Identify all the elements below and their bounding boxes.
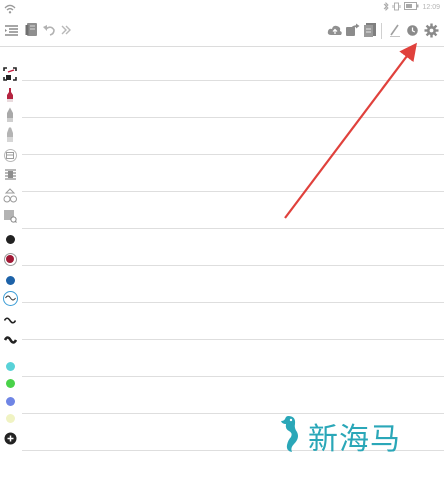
- marker-icon[interactable]: [0, 126, 20, 144]
- palette-swatch[interactable]: [0, 392, 20, 410]
- selected-ring: [3, 252, 17, 266]
- color-dot: [5, 361, 15, 371]
- page-rule: [22, 339, 444, 340]
- gear-icon[interactable]: [423, 22, 439, 38]
- palette-swatch[interactable]: [0, 357, 20, 375]
- toolbar-divider: [381, 23, 382, 39]
- page-rule: [22, 80, 444, 81]
- page-rule: [22, 302, 444, 303]
- vibrate-icon: [392, 2, 401, 13]
- menu-list-icon[interactable]: [3, 22, 19, 38]
- page-rule: [22, 154, 444, 155]
- chevrons-right-icon[interactable]: [58, 22, 74, 38]
- status-bar: 12:09: [0, 0, 444, 14]
- share-icon[interactable]: [344, 22, 360, 38]
- pen-icon[interactable]: [387, 22, 403, 38]
- color-dot: [5, 234, 15, 244]
- palette-swatch[interactable]: [0, 374, 20, 392]
- battery-icon: [404, 2, 419, 12]
- left-tool-panel: [0, 47, 20, 480]
- highlighter-pen-icon[interactable]: [0, 86, 20, 104]
- page-rule: [22, 228, 444, 229]
- document-icon[interactable]: [362, 22, 378, 38]
- text-align-icon[interactable]: [0, 166, 20, 184]
- watermark: 新海马: [276, 412, 436, 460]
- page-rule: [22, 117, 444, 118]
- color-dot: [5, 413, 15, 423]
- color-dot: [6, 255, 14, 263]
- page-rule: [22, 191, 444, 192]
- status-time: 12:09: [422, 3, 440, 11]
- color-dot: [5, 275, 15, 285]
- color-dot: [5, 396, 15, 406]
- wave-medium-icon[interactable]: [0, 311, 20, 329]
- color-swatch[interactable]: [0, 271, 20, 289]
- shapes-icon[interactable]: [0, 187, 20, 205]
- palette-swatch[interactable]: [0, 409, 20, 427]
- wave-bold-icon[interactable]: [0, 331, 20, 349]
- select-crop-icon[interactable]: [0, 65, 20, 83]
- watermark-text: 新海马: [308, 422, 401, 457]
- page-rule: [22, 376, 444, 377]
- selected-stroke-ring: [2, 290, 18, 306]
- eraser-icon[interactable]: [0, 146, 20, 164]
- image-edit-icon[interactable]: [0, 207, 20, 225]
- add-color-icon[interactable]: [0, 429, 20, 447]
- history-icon[interactable]: [404, 22, 420, 38]
- eraser-ring: [3, 148, 17, 162]
- pencil-icon[interactable]: [0, 106, 20, 124]
- color-dot: [5, 378, 15, 388]
- top-toolbar: [0, 16, 444, 47]
- color-swatch[interactable]: [0, 230, 20, 248]
- wave-thin-icon[interactable]: [0, 289, 20, 307]
- color-swatch-selected[interactable]: [0, 250, 20, 268]
- undo-icon[interactable]: [41, 22, 57, 38]
- seahorse-logo-icon: [276, 414, 304, 459]
- notebook-icon[interactable]: [24, 22, 40, 38]
- status-indicators: 12:09: [383, 0, 440, 14]
- bluetooth-icon: [383, 1, 390, 13]
- page-rule: [22, 265, 444, 266]
- cloud-upload-icon[interactable]: [327, 22, 343, 38]
